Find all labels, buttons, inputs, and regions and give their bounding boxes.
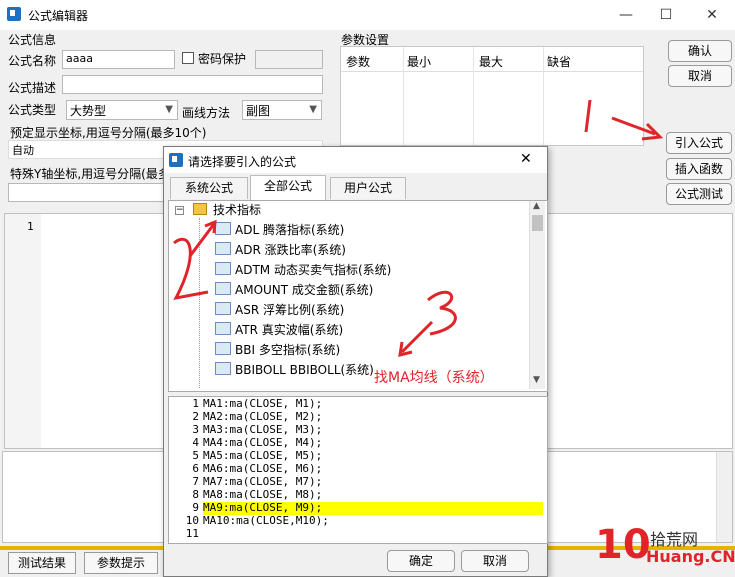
annotation-number-1 — [584, 99, 592, 133]
annotation-overlay — [173, 99, 664, 358]
watermark-url: Huang.CN — [646, 547, 735, 566]
annotation-number-3 — [427, 290, 457, 336]
annotation-arrow-2 — [188, 223, 216, 257]
annotation-number-2 — [173, 237, 209, 301]
annotation-arrow-3 — [400, 320, 434, 354]
watermark-logo-number: 10 — [595, 522, 651, 568]
annotation-find-ma: 找MA均线（系统） — [374, 370, 494, 386]
